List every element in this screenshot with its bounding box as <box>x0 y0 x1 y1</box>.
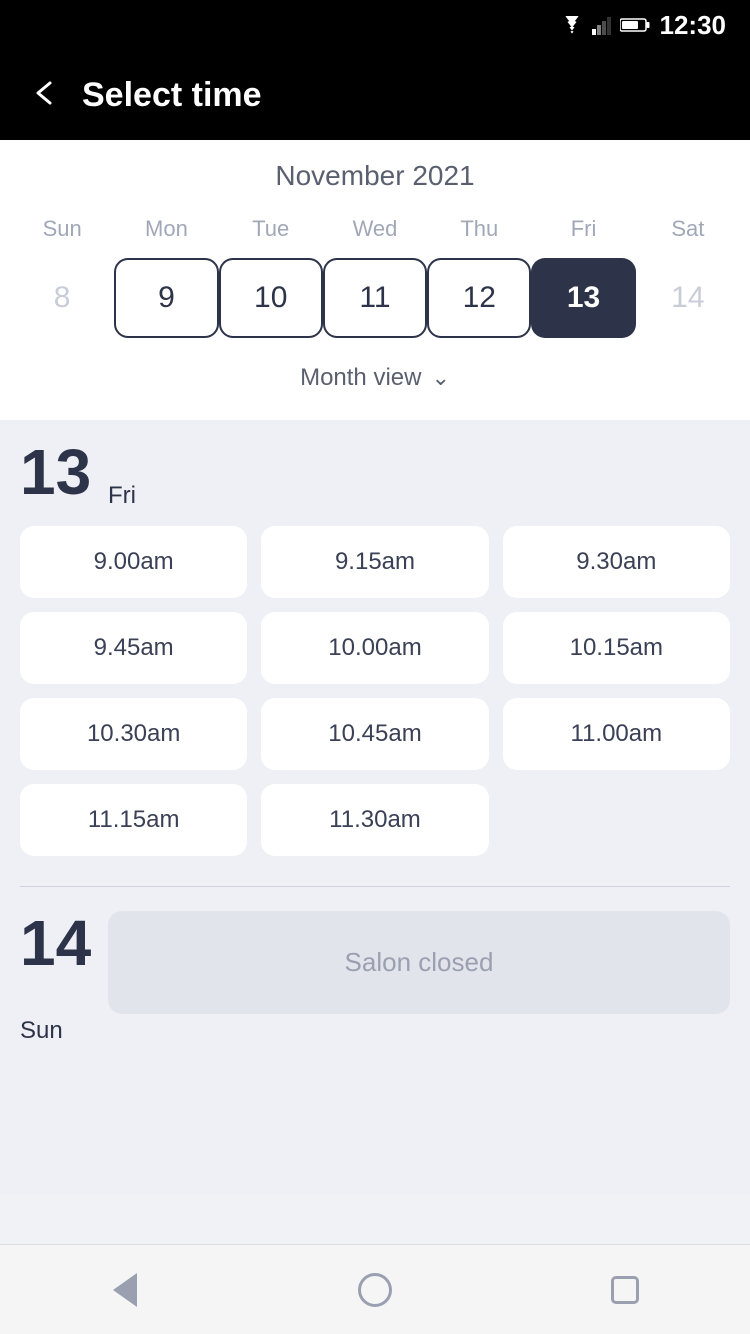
recent-nav-icon <box>611 1276 639 1304</box>
header: Select time <box>0 50 750 140</box>
day-section-14: 14 Sun Salon closed <box>20 911 730 1045</box>
time-slot-930am[interactable]: 9.30am <box>503 526 730 598</box>
calendar-section: November 2021 Sun Mon Tue Wed Thu Fri Sa… <box>0 140 750 420</box>
weekday-sat: Sat <box>636 210 740 248</box>
weekday-thu: Thu <box>427 210 531 248</box>
time-slot-1100am[interactable]: 11.00am <box>503 698 730 770</box>
status-bar: 12:30 <box>0 0 750 50</box>
bottom-nav <box>0 1244 750 1334</box>
time-slot-1130am[interactable]: 11.30am <box>261 784 488 856</box>
date-14[interactable]: 14 <box>636 258 740 338</box>
day-header-13: 13 Fri <box>20 440 730 510</box>
date-13[interactable]: 13 <box>531 258 635 338</box>
time-slot-1015am[interactable]: 10.15am <box>503 612 730 684</box>
time-slot-900am[interactable]: 9.00am <box>20 526 247 598</box>
chevron-down-icon: ⌄ <box>431 365 449 391</box>
time-grid-13: 9.00am 9.15am 9.30am 9.45am 10.00am 10.1… <box>20 526 730 856</box>
time-slot-1045am[interactable]: 10.45am <box>261 698 488 770</box>
back-button[interactable] <box>30 79 58 112</box>
time-slot-915am[interactable]: 9.15am <box>261 526 488 598</box>
wifi-icon <box>560 16 584 34</box>
status-icons <box>560 15 650 35</box>
day-name-13: Fri <box>108 482 136 510</box>
slots-container: 13 Fri 9.00am 9.15am 9.30am 9.45am 10.00… <box>0 420 750 1195</box>
battery-icon <box>620 17 650 33</box>
weekday-wed: Wed <box>323 210 427 248</box>
time-slot-1115am[interactable]: 11.15am <box>20 784 247 856</box>
time-slot-1000am[interactable]: 10.00am <box>261 612 488 684</box>
nav-home-button[interactable] <box>350 1265 400 1315</box>
weekday-sun: Sun <box>10 210 114 248</box>
closed-row: 14 Sun Salon closed <box>20 911 730 1045</box>
dates-row: 8 9 10 11 12 13 14 <box>0 258 750 338</box>
month-label: November 2021 <box>0 160 750 192</box>
time-slot-945am[interactable]: 9.45am <box>20 612 247 684</box>
closed-day-info: 14 Sun <box>20 911 108 1045</box>
date-11[interactable]: 11 <box>323 258 427 338</box>
day-number-14: 14 <box>20 911 100 975</box>
nav-recent-button[interactable] <box>600 1265 650 1315</box>
nav-back-button[interactable] <box>100 1265 150 1315</box>
status-time: 12:30 <box>660 10 727 41</box>
weekday-mon: Mon <box>114 210 218 248</box>
page-title: Select time <box>82 76 262 115</box>
time-slot-1030am[interactable]: 10.30am <box>20 698 247 770</box>
day-section-13: 13 Fri 9.00am 9.15am 9.30am 9.45am 10.00… <box>20 440 730 856</box>
weekday-fri: Fri <box>531 210 635 248</box>
day-number-13: 13 <box>20 440 100 504</box>
salon-closed-message: Salon closed <box>108 911 730 1014</box>
weekdays-row: Sun Mon Tue Wed Thu Fri Sat <box>0 210 750 248</box>
date-10[interactable]: 10 <box>219 258 323 338</box>
date-12[interactable]: 12 <box>427 258 531 338</box>
weekday-tue: Tue <box>219 210 323 248</box>
back-nav-icon <box>113 1273 137 1307</box>
home-nav-icon <box>358 1273 392 1307</box>
date-8[interactable]: 8 <box>10 258 114 338</box>
date-9[interactable]: 9 <box>114 258 218 338</box>
month-view-label: Month view <box>300 364 421 392</box>
section-divider <box>20 886 730 887</box>
signal-icon <box>592 15 612 35</box>
month-view-toggle[interactable]: Month view ⌄ <box>0 352 750 410</box>
day-name-14: Sun <box>20 1017 108 1045</box>
